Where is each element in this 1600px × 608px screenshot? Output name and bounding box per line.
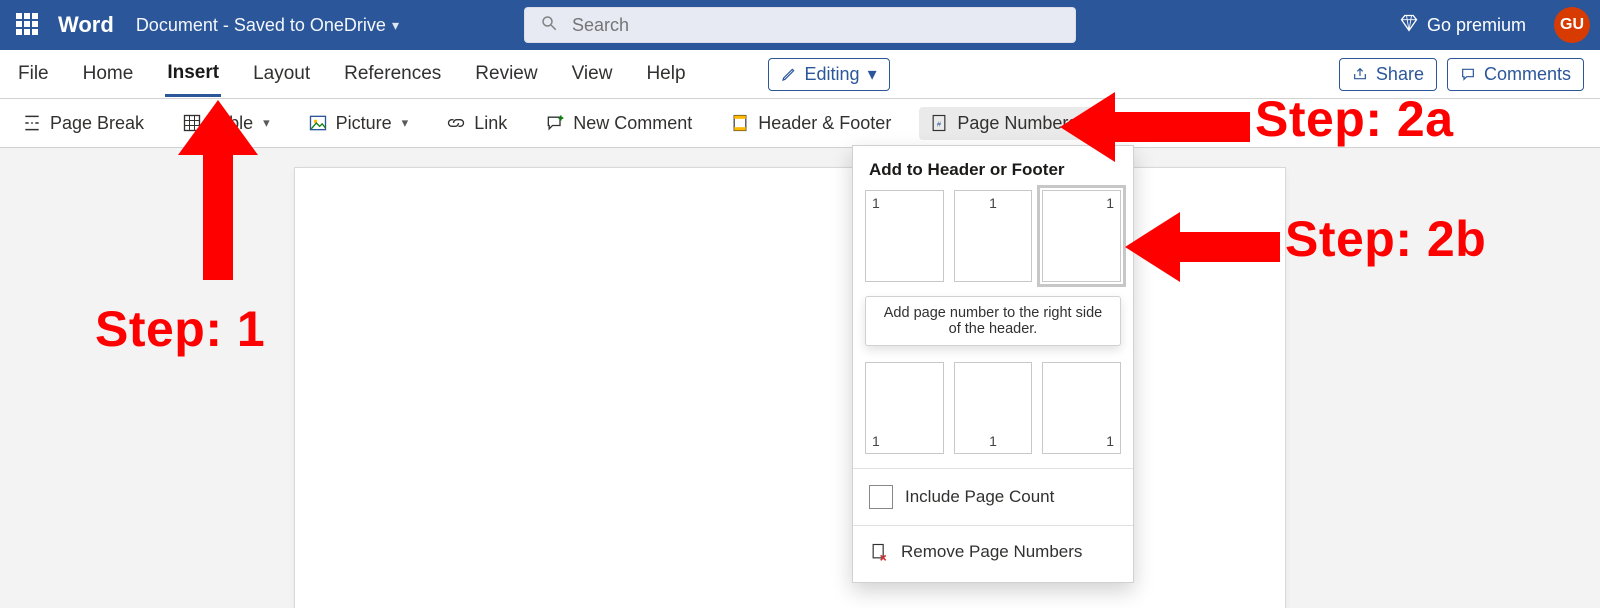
page-break-button[interactable]: Page Break — [12, 107, 154, 140]
premium-diamond-icon — [1399, 13, 1419, 38]
new-comment-label: New Comment — [573, 113, 692, 134]
picture-icon — [308, 113, 328, 133]
option-header-right[interactable]: 1 — [1042, 190, 1121, 282]
comments-button[interactable]: Comments — [1447, 58, 1584, 91]
separator — [853, 525, 1133, 526]
tab-help[interactable]: Help — [644, 53, 687, 95]
tab-references[interactable]: References — [342, 53, 443, 95]
go-premium-button[interactable]: Go premium — [1389, 7, 1536, 44]
sample-number: 1 — [1106, 433, 1114, 449]
sample-number: 1 — [872, 433, 880, 449]
page-numbers-dropdown: Add to Header or Footer 1 1 1 Add page n… — [852, 145, 1134, 583]
new-comment-icon — [545, 113, 565, 133]
pencil-icon — [781, 66, 797, 82]
annotation-label-step2a: Step: 2a — [1255, 90, 1454, 148]
document-title-dropdown[interactable]: Document - Saved to OneDrive ▾ — [136, 15, 399, 36]
dropdown-heading: Add to Header or Footer — [869, 160, 1117, 180]
header-footer-label: Header & Footer — [758, 113, 891, 134]
option-footer-right[interactable]: 1 — [1042, 362, 1121, 454]
tab-home[interactable]: Home — [81, 53, 136, 95]
tab-view[interactable]: View — [570, 53, 615, 95]
chevron-down-icon: ▾ — [868, 64, 877, 85]
go-premium-label: Go premium — [1427, 15, 1526, 36]
option-tooltip: Add page number to the right side of the… — [865, 296, 1121, 346]
tab-review[interactable]: Review — [473, 53, 539, 95]
option-footer-left[interactable]: 1 — [865, 362, 944, 454]
remove-page-numbers-label: Remove Page Numbers — [901, 542, 1082, 562]
picture-button[interactable]: Picture ▾ — [298, 107, 419, 140]
sample-number: 1 — [989, 433, 997, 449]
share-label: Share — [1376, 64, 1424, 85]
annotation-arrow-step2b — [1125, 212, 1280, 282]
header-footer-button[interactable]: Header & Footer — [720, 107, 901, 140]
remove-page-icon — [869, 542, 889, 562]
page-break-label: Page Break — [50, 113, 144, 134]
header-footer-icon — [730, 113, 750, 133]
page-numbers-icon: # — [929, 113, 949, 133]
editing-mode-button[interactable]: Editing ▾ — [768, 58, 890, 91]
sample-number: 1 — [989, 195, 997, 211]
page-break-icon — [22, 113, 42, 133]
share-icon — [1352, 66, 1368, 82]
search-box[interactable] — [524, 7, 1076, 43]
annotation-label-step2b: Step: 2b — [1285, 210, 1486, 268]
annotation-arrow-step2a — [1060, 92, 1250, 162]
editing-mode-label: Editing — [805, 64, 860, 85]
annotation-label-step1: Step: 1 — [95, 300, 265, 358]
include-page-count-checkbox[interactable]: Include Page Count — [853, 477, 1133, 517]
link-button[interactable]: Link — [436, 107, 517, 140]
option-header-center[interactable]: 1 — [954, 190, 1033, 282]
annotation-arrow-step1 — [178, 100, 258, 280]
include-page-count-label: Include Page Count — [905, 487, 1054, 507]
page-number-layout-grid: 1 1 1 Add page number to the right side … — [853, 190, 1133, 460]
app-launcher-icon[interactable] — [16, 13, 40, 37]
account-avatar[interactable]: GU — [1554, 7, 1590, 43]
link-icon — [446, 113, 466, 133]
tab-insert[interactable]: Insert — [165, 52, 221, 97]
link-label: Link — [474, 113, 507, 134]
app-name: Word — [58, 12, 114, 38]
svg-text:#: # — [937, 119, 942, 128]
title-bar: Word Document - Saved to OneDrive ▾ Go p… — [0, 0, 1600, 50]
sample-number: 1 — [872, 195, 880, 211]
document-title-text: Document - Saved to OneDrive — [136, 15, 386, 36]
checkbox-icon — [869, 485, 893, 509]
tab-file[interactable]: File — [16, 53, 51, 95]
search-icon — [540, 14, 558, 37]
chevron-down-icon: ▾ — [402, 115, 409, 131]
separator — [853, 468, 1133, 469]
search-input[interactable] — [570, 14, 1060, 37]
sample-number: 1 — [1106, 195, 1114, 211]
avatar-initials: GU — [1560, 16, 1584, 34]
comments-label: Comments — [1484, 64, 1571, 85]
option-footer-center[interactable]: 1 — [954, 362, 1033, 454]
share-button[interactable]: Share — [1339, 58, 1437, 91]
new-comment-button[interactable]: New Comment — [535, 107, 702, 140]
picture-label: Picture — [336, 113, 392, 134]
option-header-left[interactable]: 1 — [865, 190, 944, 282]
comment-icon — [1460, 66, 1476, 82]
chevron-down-icon: ▾ — [392, 17, 399, 34]
chevron-down-icon: ▾ — [263, 115, 270, 131]
remove-page-numbers-button[interactable]: Remove Page Numbers — [853, 534, 1133, 570]
tab-layout[interactable]: Layout — [251, 53, 312, 95]
